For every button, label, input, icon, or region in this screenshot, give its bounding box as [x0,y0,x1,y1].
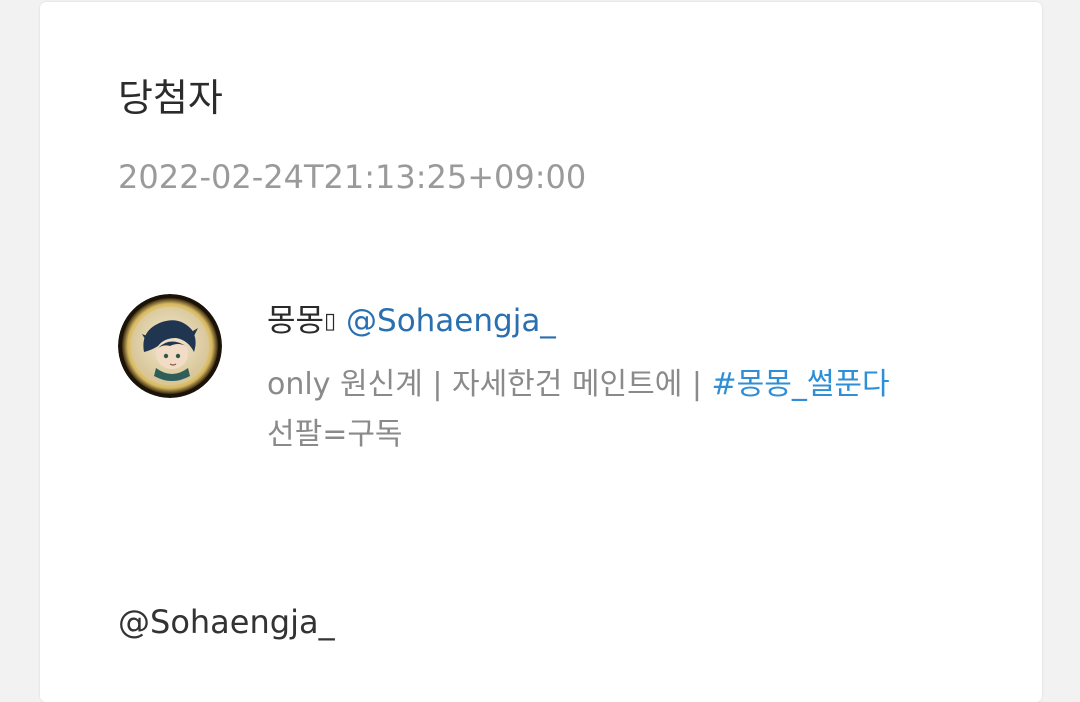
user-name-line: 몽몽▯ @Sohaengja_ [267,300,556,343]
bio-hashtag-link[interactable]: #몽몽_썰푼다 [712,367,890,402]
user-handle-link[interactable]: @Sohaengja_ [346,303,556,339]
winner-card: 당첨자 2022-02-24T21:13:25+09:00 몽몽▯ @Sohae… [40,2,1042,702]
profile-bio: only 원신계 | 자세한건 메인트에 | #몽몽_썰푼다 선팔=구독 [267,360,987,460]
display-name[interactable]: 몽몽 [267,303,324,339]
page-title: 당첨자 [118,76,223,120]
post-timestamp: 2022-02-24T21:13:25+09:00 [118,158,587,196]
character-avatar-icon[interactable] [118,294,222,398]
name-emoji-glyph: ▯ [324,309,337,334]
bio-text: only 원신계 | 자세한건 메인트에 | [267,367,712,402]
bio-text-line2: 선팔=구독 [267,417,403,452]
avatar-image [118,294,222,398]
footer-handle: @Sohaengja_ [118,603,335,641]
